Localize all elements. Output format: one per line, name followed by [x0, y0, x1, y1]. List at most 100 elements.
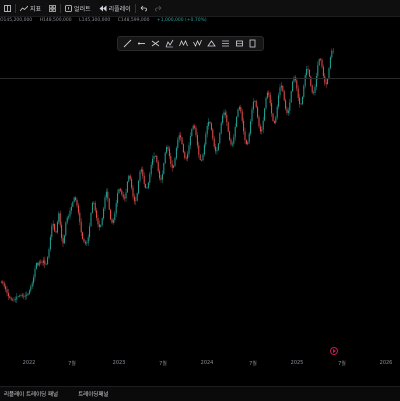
- candle-body: [257, 107, 259, 118]
- candle-body: [40, 261, 42, 263]
- candle-body: [112, 220, 114, 223]
- alerts-button[interactable]: 얼러트: [61, 0, 95, 16]
- candle-body: [104, 197, 106, 209]
- candle-body: [138, 180, 140, 194]
- candle-body: [31, 283, 33, 287]
- ray-tool[interactable]: [137, 39, 147, 49]
- brush-icon: [250, 39, 256, 48]
- candle-body: [124, 197, 126, 199]
- candle-body: [119, 189, 121, 191]
- pattern-icon: [179, 40, 188, 47]
- horizontal-line-drawing[interactable]: [0, 78, 400, 79]
- x-tick-label: 2026: [379, 360, 393, 366]
- undo-button[interactable]: [136, 0, 151, 16]
- indicators-button[interactable]: 지표: [16, 0, 45, 16]
- candle-body: [329, 57, 331, 69]
- tab-replay-trading-panel[interactable]: 리플레이 트레이딩 패널: [0, 390, 62, 398]
- candle-body: [87, 237, 89, 243]
- candle-body: [13, 299, 15, 301]
- candle-body: [177, 139, 179, 149]
- candle-body: [202, 154, 204, 161]
- candle-body: [63, 235, 65, 244]
- candle-body: [133, 196, 135, 202]
- candle-body: [157, 161, 159, 172]
- pitchfork-icon: [165, 39, 174, 48]
- rect-tool[interactable]: [234, 39, 244, 49]
- candle-body: [313, 92, 315, 93]
- x-tick-label: 7월: [159, 361, 167, 367]
- tab-trading-panel[interactable]: 트레이딩패널: [74, 390, 112, 398]
- candle-body: [259, 126, 261, 132]
- ohlc-high: H148,500,000: [39, 18, 72, 23]
- candle-body: [241, 111, 243, 121]
- fib-tool[interactable]: [220, 39, 230, 49]
- candle-body: [279, 87, 281, 96]
- candle-body: [26, 295, 28, 296]
- candle-body: [304, 75, 306, 86]
- candle-body: [247, 142, 249, 145]
- x-tick-label: 7월: [249, 361, 257, 367]
- candle-body: [19, 295, 21, 297]
- wave-tool[interactable]: [192, 39, 202, 49]
- candle-body: [182, 144, 184, 153]
- candle-body: [58, 213, 60, 222]
- candle-body: [80, 221, 82, 233]
- candle-body: [258, 117, 260, 127]
- replay-button[interactable]: 리플레이: [95, 0, 135, 16]
- candle-body: [171, 163, 173, 168]
- pitchfork-tool[interactable]: [165, 39, 175, 49]
- candle-body: [255, 100, 257, 108]
- candle-body: [299, 97, 301, 104]
- layout-button[interactable]: [0, 0, 15, 16]
- redo-button[interactable]: [151, 0, 166, 16]
- candle-body: [115, 203, 117, 214]
- fib-icon: [221, 40, 229, 47]
- ohlc-close: C148,599,000: [117, 18, 150, 23]
- candle-body: [140, 169, 142, 172]
- candle-body: [37, 263, 39, 266]
- candle-body: [69, 210, 71, 217]
- replay-start-button[interactable]: [330, 347, 338, 355]
- candle-body: [16, 296, 18, 300]
- candle-body: [217, 143, 219, 151]
- candle-body: [108, 198, 110, 210]
- candle-body: [266, 92, 268, 98]
- candle-body: [94, 202, 96, 211]
- candle-body: [7, 292, 9, 297]
- bottom-panel-tabs: 리플레이 트레이딩 패널 트레이딩패널: [0, 386, 400, 401]
- candle-body: [328, 68, 330, 79]
- top-toolbar: 지표 얼러트 리플레이: [0, 0, 400, 17]
- candle-body: [268, 92, 270, 95]
- ohlc-change: +1,000,000 (+0.70%): [156, 18, 207, 23]
- candle-body: [126, 181, 128, 193]
- candle-body: [143, 175, 145, 184]
- candle-body: [156, 156, 158, 162]
- x-tick-label: 2024: [200, 360, 214, 366]
- candle-body: [234, 126, 236, 138]
- candle-body: [208, 121, 210, 126]
- hline-tool[interactable]: [151, 39, 161, 49]
- candle-body: [278, 95, 280, 107]
- candle-body: [34, 269, 36, 278]
- pattern-tool[interactable]: [179, 39, 189, 49]
- candle-body: [56, 221, 58, 233]
- candle-body: [286, 108, 288, 113]
- candle-body: [35, 263, 37, 270]
- candle-body: [233, 137, 235, 144]
- brush-tool[interactable]: [248, 39, 258, 49]
- candle-body: [17, 296, 19, 297]
- candle-body: [89, 226, 91, 238]
- candle-body: [269, 94, 271, 104]
- indicators-label: 지표: [30, 5, 42, 13]
- candle-body: [321, 59, 323, 67]
- candle-body: [185, 157, 187, 159]
- line-tool[interactable]: [123, 39, 133, 49]
- candle-body: [280, 85, 282, 88]
- candle-body: [121, 190, 123, 195]
- candle-body: [184, 152, 186, 158]
- candle-body: [224, 112, 226, 115]
- candle-body: [135, 200, 137, 202]
- triangle-tool[interactable]: [206, 39, 216, 49]
- templates-button[interactable]: [45, 0, 60, 16]
- time-axis[interactable]: 2022 7월 2023 7월 2024 7월 2025 7월 2026: [0, 356, 400, 370]
